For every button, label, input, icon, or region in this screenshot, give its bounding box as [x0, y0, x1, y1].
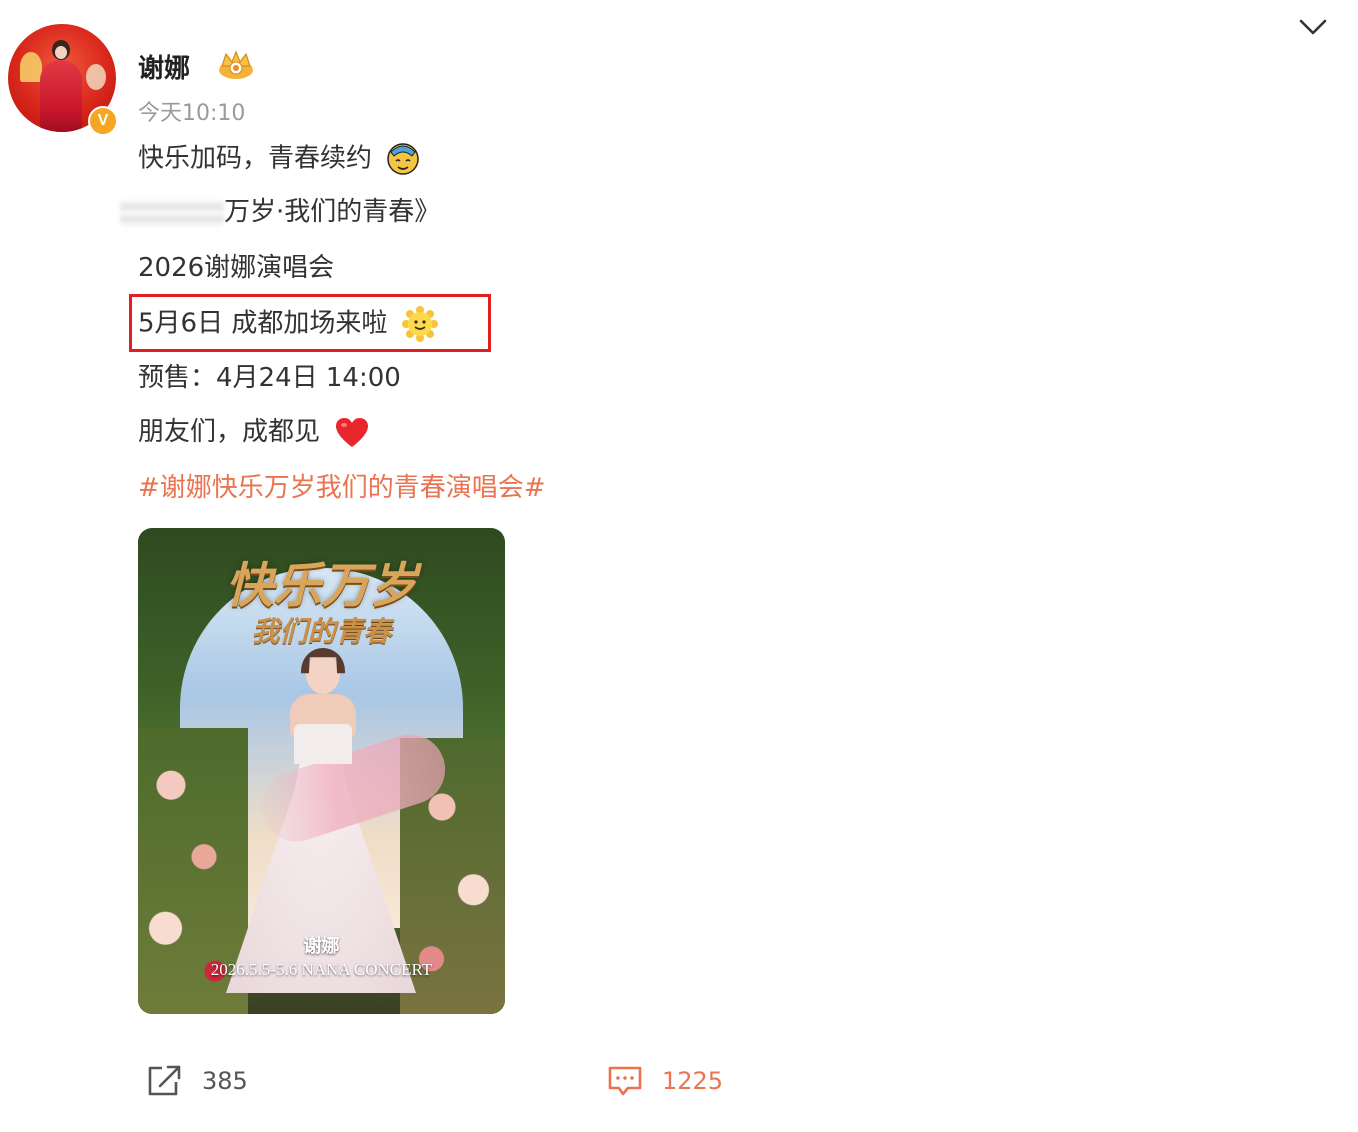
avatar-figure-face: [55, 46, 67, 59]
poster-artist-name: 谢娜: [303, 936, 340, 957]
avatar-ornament-shape: [86, 64, 106, 90]
repost-count: 385: [202, 1067, 248, 1095]
concert-poster-image[interactable]: 快乐万岁 我们的青春 谢娜 2026.5.5-5.6 NANA CONCERT: [138, 528, 505, 1014]
comment-icon: [608, 1066, 642, 1096]
weibo-post: V 谢娜 今天10:10 快乐加码，青春续约 万岁·我们的青春》 2026谢娜演…: [0, 0, 1358, 1132]
post-text-line: 预售：4月24日 14:00: [138, 363, 401, 393]
post-text-line: 快乐加码，青春续约: [138, 142, 420, 176]
verified-badge-icon: V: [88, 106, 118, 136]
poster-face: [306, 654, 340, 694]
share-icon: [148, 1065, 181, 1096]
relieved-face-emoji-icon: [387, 143, 420, 175]
poster-subtitle: 我们的青春: [251, 615, 392, 648]
repost-button[interactable]: 385: [146, 1062, 248, 1098]
author-name[interactable]: 谢娜: [138, 48, 190, 85]
smiley-face-emoji-icon: [401, 306, 438, 342]
post-text-line: 万岁·我们的青春》: [120, 196, 440, 228]
avatar-fan-shape: [20, 52, 42, 82]
blurred-text-mask: [120, 198, 224, 227]
post-text-line: 5月6日 成都加场来啦: [138, 306, 438, 342]
red-heart-emoji-icon: [336, 417, 369, 447]
poster-concert-dates: 2026.5.5-5.6 NANA CONCERT: [210, 960, 433, 979]
post-text-highlighted: 5月6日 成都加场来啦: [138, 308, 388, 339]
avatar-figure-body: [40, 60, 82, 132]
crown-icon[interactable]: [216, 50, 256, 80]
topic-hashtag-link[interactable]: #谢娜快乐万岁我们的青春演唱会#: [138, 472, 546, 504]
post-timestamp[interactable]: 今天10:10: [138, 95, 245, 127]
post-text: 万岁·我们的青春》: [224, 197, 441, 227]
comment-button[interactable]: 1225: [606, 1062, 723, 1098]
comment-count: 1225: [662, 1067, 724, 1095]
post-text: 快乐加码，青春续约: [138, 143, 373, 174]
post-text-line: 朋友们，成都见: [138, 416, 370, 449]
poster-title: 快乐万岁: [225, 558, 418, 614]
post-text: 朋友们，成都见: [138, 417, 321, 447]
poster-bodice: [294, 724, 352, 764]
post-text-line: 2026谢娜演唱会: [138, 253, 335, 283]
chevron-down-icon[interactable]: [1298, 16, 1328, 38]
